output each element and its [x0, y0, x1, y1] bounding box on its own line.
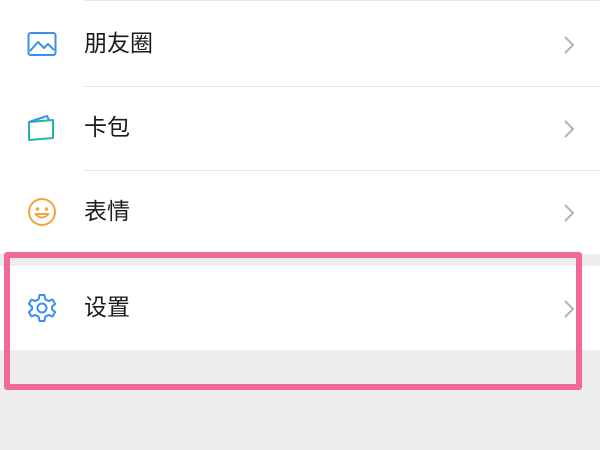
- chevron-right-icon: [562, 298, 576, 320]
- menu-item-moments[interactable]: 朋友圈: [0, 2, 600, 86]
- divider: [84, 0, 600, 1]
- chevron-right-icon: [562, 118, 576, 140]
- moments-image-icon: [26, 28, 58, 60]
- menu-item-label: 朋友圈: [84, 31, 153, 57]
- menu-group-main: 朋友圈 卡包 表情: [0, 0, 600, 254]
- chevron-right-icon: [562, 34, 576, 56]
- screen: 朋友圈 卡包 表情 设置: [0, 0, 600, 450]
- menu-item-label: 卡包: [84, 115, 130, 141]
- menu-item-card-wallet[interactable]: 卡包: [0, 86, 600, 170]
- menu-item-stickers[interactable]: 表情: [0, 170, 600, 254]
- sticker-smiley-icon: [26, 196, 58, 228]
- chevron-right-icon: [562, 202, 576, 224]
- menu-item-label: 设置: [84, 295, 130, 321]
- menu-group-settings: 设置: [0, 266, 600, 350]
- card-wallet-icon: [26, 112, 58, 144]
- menu-item-label: 表情: [84, 199, 130, 225]
- settings-gear-icon: [26, 292, 58, 324]
- menu-item-settings[interactable]: 设置: [0, 266, 600, 350]
